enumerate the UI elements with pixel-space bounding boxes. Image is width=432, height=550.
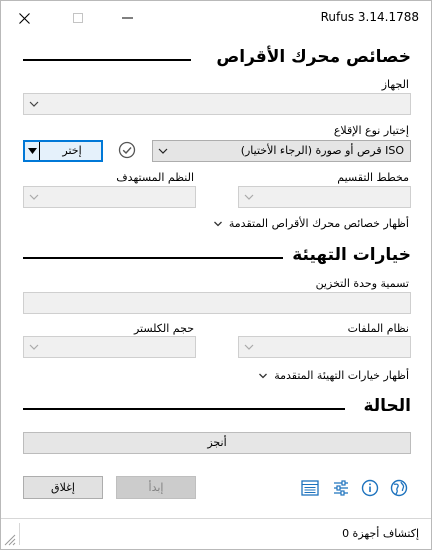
log-button[interactable] <box>299 477 321 499</box>
close-icon <box>18 12 30 24</box>
drive-advanced-toggle-label: أظهار خصائص محرك الأقراص المتقدمة <box>228 217 409 230</box>
about-button[interactable] <box>359 477 381 499</box>
status-text: إكتشاف أجهزة 0 <box>342 527 419 540</box>
chevron-down-icon <box>29 344 39 350</box>
select-button[interactable]: إختر <box>23 140 103 162</box>
chevron-down-icon <box>259 373 268 378</box>
device-combo[interactable] <box>23 93 411 115</box>
cluster-size-combo[interactable] <box>23 336 196 358</box>
title-bar: Rufus 3.14.1788 <box>1 1 431 35</box>
window-title: Rufus 3.14.1788 <box>320 10 419 24</box>
format-options-header: خيارات التهيئة <box>23 245 411 269</box>
chevron-down-icon <box>213 221 222 226</box>
globe-icon <box>390 479 408 497</box>
format-options-title: خيارات التهيئة <box>292 245 411 265</box>
maximize-window-button[interactable] <box>55 1 101 35</box>
minimize-icon <box>121 17 133 19</box>
header-divider <box>23 59 191 61</box>
chevron-down-icon <box>158 148 168 154</box>
resize-grip-icon[interactable] <box>4 534 16 546</box>
drive-properties-title: خصائص محرك الأقراص <box>216 47 411 67</box>
cluster-size-label: حجم الكلستر <box>133 322 194 335</box>
close-button[interactable]: إغلاق <box>23 476 103 499</box>
file-system-label: نظام الملفات <box>347 322 409 335</box>
rufus-window: Rufus 3.14.1788 خصائص محرك الأقراص الجها… <box>0 0 432 550</box>
format-advanced-toggle-label: أظهار خيارات التهيئة المتقدمة <box>274 369 409 382</box>
target-system-combo[interactable] <box>23 186 196 208</box>
file-system-combo[interactable] <box>238 336 411 358</box>
header-divider <box>23 408 345 410</box>
status-separator <box>19 523 20 545</box>
device-label: الجهاز <box>381 78 409 91</box>
partition-scheme-label: مخطط التقسيم <box>337 171 409 184</box>
drive-properties-header: خصائص محرك الأقراص <box>23 47 411 71</box>
minimize-window-button[interactable] <box>104 1 150 35</box>
start-button[interactable]: إبدأ <box>116 476 196 499</box>
chevron-down-icon <box>244 344 254 350</box>
chevron-down-icon <box>29 101 39 107</box>
close-window-button[interactable] <box>1 1 47 35</box>
chevron-down-icon <box>244 194 254 200</box>
chevron-down-icon <box>29 194 39 200</box>
header-divider <box>23 257 283 259</box>
progress-bar: أنجز <box>23 432 411 454</box>
volume-label-label: تسمية وحدة التخزين <box>315 277 409 290</box>
select-dropdown-arrow[interactable] <box>25 142 40 160</box>
caret-down-icon <box>27 148 37 154</box>
status-header: الحالة <box>23 396 411 420</box>
boot-selection-combo[interactable]: (الرجاء الأختيار) قرص أو صورة ISO <box>152 140 411 162</box>
target-system-label: النظم المستهدف <box>116 171 194 184</box>
check-hash-icon[interactable] <box>118 141 136 159</box>
boot-selection-value: (الرجاء الأختيار) قرص أو صورة ISO <box>240 144 404 157</box>
log-icon <box>301 480 319 496</box>
select-button-label: إختر <box>62 144 82 157</box>
volume-label-input[interactable] <box>23 292 411 314</box>
drive-advanced-toggle[interactable]: أظهار خصائص محرك الأقراص المتقدمة <box>213 217 409 230</box>
language-button[interactable] <box>388 477 410 499</box>
partition-scheme-combo[interactable] <box>238 186 411 208</box>
sliders-icon <box>334 480 348 496</box>
maximize-icon <box>73 13 83 23</box>
status-bar: إكتشاف أجهزة 0 <box>1 518 431 549</box>
settings-button[interactable] <box>330 477 352 499</box>
info-icon <box>361 479 379 497</box>
boot-selection-label: إختيار نوع الإقلاع <box>333 124 409 137</box>
status-title: الحالة <box>363 396 411 416</box>
format-advanced-toggle[interactable]: أظهار خيارات التهيئة المتقدمة <box>258 369 409 382</box>
